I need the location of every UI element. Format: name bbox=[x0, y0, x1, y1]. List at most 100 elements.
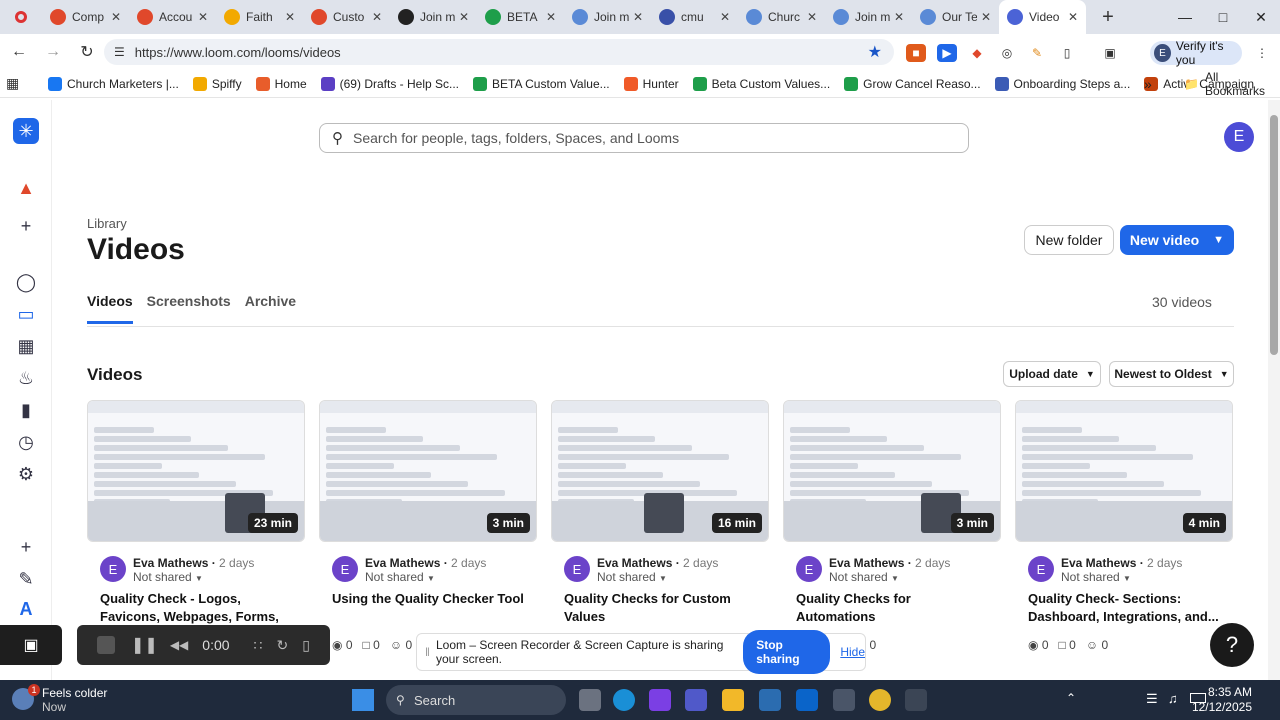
browser-tab[interactable]: Comp ✕ bbox=[42, 0, 129, 34]
video-card[interactable]: 16 min E Eva Mathews · 2 days Not shared ▼ Q… bbox=[551, 400, 769, 670]
close-tab-icon[interactable]: ✕ bbox=[285, 10, 295, 24]
task-view-icon[interactable] bbox=[579, 689, 601, 711]
new-folder-button[interactable]: New folder bbox=[1024, 225, 1114, 255]
bell-icon[interactable]: ♨ bbox=[13, 365, 39, 391]
app-icon[interactable] bbox=[905, 689, 927, 711]
video-card[interactable]: 4 min E Eva Mathews · 2 days Not shared ▼ Qu… bbox=[1015, 400, 1233, 670]
tab-archive[interactable]: Archive bbox=[245, 293, 296, 324]
extension-icon[interactable]: ◎ bbox=[997, 44, 1017, 62]
video-title[interactable]: Quality Checks for Automations bbox=[783, 590, 1001, 626]
close-tab-icon[interactable]: ✕ bbox=[894, 10, 904, 24]
bookmark-item[interactable]: Home bbox=[255, 76, 307, 91]
site-info-icon[interactable]: ☰ bbox=[114, 45, 125, 59]
library-icon[interactable]: ▭ bbox=[13, 301, 39, 327]
verify-profile-button[interactable]: E Verify it's you bbox=[1150, 39, 1242, 67]
settings-icon[interactable] bbox=[833, 689, 855, 711]
loom-logo-icon[interactable]: ✳ bbox=[13, 118, 39, 144]
close-tab-icon[interactable]: ✕ bbox=[1068, 10, 1078, 24]
extension-icon[interactable]: ✎ bbox=[1027, 44, 1047, 62]
video-thumbnail[interactable]: 3 min bbox=[783, 400, 1001, 542]
weather-widget[interactable]: Feels colder Now bbox=[42, 686, 107, 714]
outlook-icon[interactable] bbox=[796, 689, 818, 711]
video-title[interactable]: Quality Checks for Custom Values bbox=[551, 590, 769, 626]
close-tab-icon[interactable]: ✕ bbox=[111, 10, 121, 24]
close-tab-icon[interactable]: ✕ bbox=[546, 10, 556, 24]
browser-tab[interactable]: Our Te ✕ bbox=[912, 0, 999, 34]
browser-tab[interactable]: Join m ✕ bbox=[390, 0, 477, 34]
browser-tab[interactable]: Join m ✕ bbox=[825, 0, 912, 34]
profile-icon[interactable]: ◯ bbox=[13, 269, 39, 295]
add-user-icon[interactable]: + bbox=[13, 213, 39, 239]
volume-icon[interactable]: ♫ bbox=[1168, 691, 1178, 706]
scrollbar-thumb[interactable] bbox=[1270, 115, 1278, 355]
browser-tab[interactable]: cmu ✕ bbox=[651, 0, 738, 34]
video-thumbnail[interactable]: 16 min bbox=[551, 400, 769, 542]
taskbar-clock[interactable]: 8:35 AM 12/12/2025 bbox=[1192, 685, 1252, 715]
rewind-icon[interactable]: ◀◀ bbox=[170, 638, 188, 652]
all-bookmarks[interactable]: 📁 All Bookmarks bbox=[1184, 70, 1280, 98]
video-thumbnail[interactable]: 4 min bbox=[1015, 400, 1233, 542]
new-video-button[interactable]: New video ▼ bbox=[1120, 225, 1234, 255]
calendar-icon[interactable]: ▦ bbox=[13, 333, 39, 359]
close-tab-icon[interactable]: ✕ bbox=[807, 10, 817, 24]
trash-icon[interactable]: ▯ bbox=[302, 637, 310, 654]
forward-button[interactable]: → bbox=[38, 37, 68, 67]
url-field[interactable]: ☰ https://www.loom.com/looms/videos ★ bbox=[104, 39, 894, 65]
stop-sharing-button[interactable]: Stop sharing bbox=[743, 630, 831, 674]
restart-icon[interactable]: ↻ bbox=[276, 637, 288, 654]
close-window-button[interactable]: ✕ bbox=[1242, 0, 1280, 34]
workspace-a-icon[interactable]: A bbox=[13, 596, 39, 622]
more-bookmarks-icon[interactable]: » bbox=[1144, 76, 1152, 92]
browser-tab[interactable]: Accou ✕ bbox=[129, 0, 216, 34]
video-card[interactable]: 3 min E Eva Mathews · 2 days Not shared ▼ Us… bbox=[319, 400, 537, 670]
hide-link[interactable]: Hide bbox=[840, 645, 865, 659]
bookmark-item[interactable]: Hunter bbox=[623, 76, 679, 91]
user-avatar[interactable]: E bbox=[1224, 122, 1254, 152]
pen-icon[interactable]: ✎ bbox=[13, 566, 39, 592]
share-status[interactable]: Not shared ▼ bbox=[365, 570, 435, 584]
edge-icon[interactable] bbox=[613, 689, 635, 711]
browser-tab[interactable]: Faith ✕ bbox=[216, 0, 303, 34]
clock-icon[interactable]: ◷ bbox=[13, 429, 39, 455]
browser-tab[interactable]: Join m ✕ bbox=[564, 0, 651, 34]
bookmark-item[interactable]: BETA Custom Value... bbox=[473, 76, 610, 91]
extension-icon[interactable]: ◆ bbox=[967, 44, 987, 62]
add-space-icon[interactable]: + bbox=[13, 534, 39, 560]
tab-screenshots[interactable]: Screenshots bbox=[147, 293, 231, 324]
network-icon[interactable]: ☰ bbox=[1146, 691, 1158, 707]
browser-tab[interactable]: BETA ✕ bbox=[477, 0, 564, 34]
breadcrumb[interactable]: Library bbox=[87, 216, 127, 231]
bookmark-item[interactable]: Onboarding Steps a... bbox=[994, 76, 1130, 91]
close-tab-icon[interactable]: ✕ bbox=[198, 10, 208, 24]
bookmark-item[interactable]: Church Marketers |... bbox=[48, 76, 179, 91]
share-status[interactable]: Not shared ▼ bbox=[829, 570, 899, 584]
copilot-icon[interactable] bbox=[649, 689, 671, 711]
file-explorer-icon[interactable] bbox=[722, 689, 744, 711]
reload-button[interactable]: ↻ bbox=[72, 37, 102, 67]
browser-tab[interactable]: Custo ✕ bbox=[303, 0, 390, 34]
help-button[interactable]: ? bbox=[1210, 623, 1254, 667]
bookmark-item[interactable]: Beta Custom Values... bbox=[692, 76, 830, 91]
tray-chevron-icon[interactable]: ⌃ bbox=[1066, 691, 1076, 705]
puzzle-icon[interactable]: ▯ bbox=[1057, 44, 1077, 62]
extension-icon[interactable]: ▶ bbox=[937, 44, 957, 62]
search-input[interactable]: ⚲ Search for people, tags, folders, Spac… bbox=[319, 123, 969, 153]
record-indicator-icon[interactable] bbox=[0, 0, 42, 34]
apps-grid-icon[interactable]: ▦ bbox=[6, 75, 36, 92]
share-status[interactable]: Not shared ▼ bbox=[597, 570, 667, 584]
sidebar-toggle-icon[interactable]: ▣ bbox=[1100, 44, 1120, 62]
video-title[interactable]: Quality Check- Sections: Dashboard, Inte… bbox=[1015, 590, 1233, 626]
video-thumbnail[interactable]: 23 min bbox=[87, 400, 305, 542]
video-title[interactable]: Using the Quality Checker Tool bbox=[319, 590, 537, 608]
upload-date-dropdown[interactable]: Upload date ▼ bbox=[1003, 361, 1101, 387]
back-button[interactable]: ← bbox=[4, 37, 34, 67]
chrome-icon[interactable] bbox=[869, 689, 891, 711]
bookmark-star-icon[interactable]: ★ bbox=[868, 42, 882, 62]
close-tab-icon[interactable]: ✕ bbox=[459, 10, 469, 24]
drag-handle-icon[interactable]: ‖ bbox=[425, 645, 430, 659]
settings-gear-icon[interactable]: ⚙ bbox=[13, 461, 39, 487]
share-status[interactable]: Not shared ▼ bbox=[1061, 570, 1131, 584]
minimize-button[interactable]: — bbox=[1166, 0, 1204, 34]
video-thumbnail[interactable]: 3 min bbox=[319, 400, 537, 542]
store-icon[interactable] bbox=[759, 689, 781, 711]
